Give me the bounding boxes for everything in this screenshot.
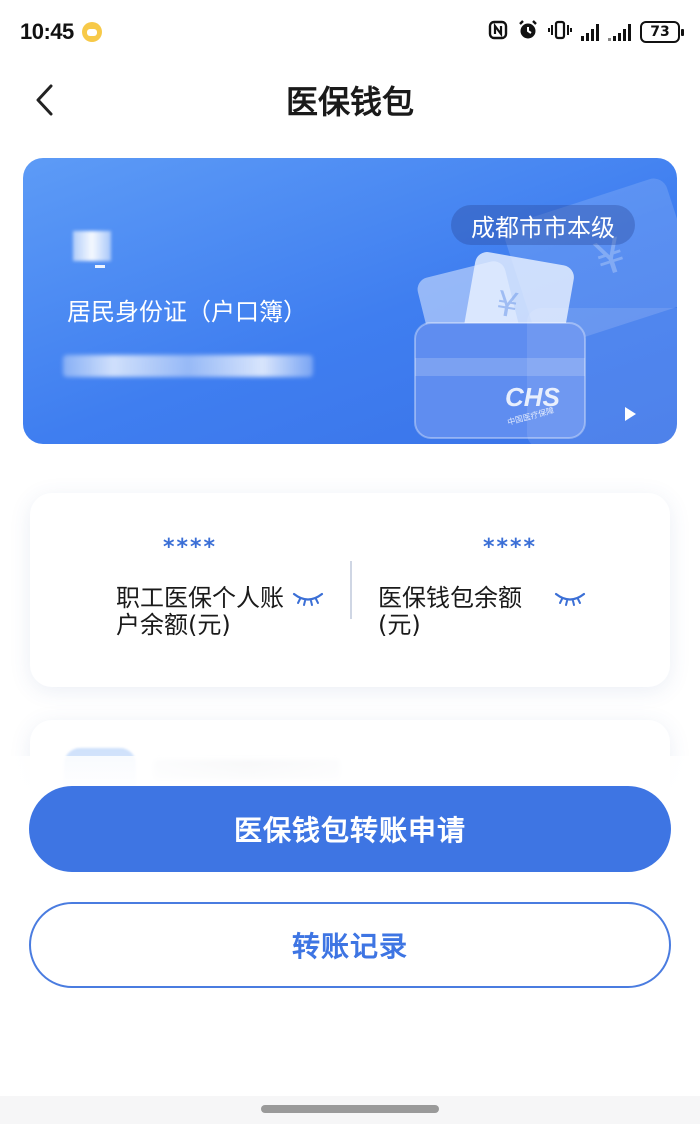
id-type: 居民身份证（户口簿） — [67, 298, 307, 326]
play-icon[interactable] — [623, 406, 637, 422]
balance-value: **** — [482, 535, 538, 560]
chevron-left-icon — [36, 84, 53, 116]
transfer-apply-button[interactable]: 医保钱包转账申请 — [29, 786, 671, 872]
navigation-bar: 医保钱包 — [0, 64, 700, 136]
region-badge: 成都市市本级 — [451, 205, 635, 245]
home-indicator[interactable] — [261, 1105, 439, 1113]
eye-closed-icon[interactable] — [292, 591, 324, 607]
insurance-card[interactable]: ¥ ¥ CHS 中国医疗保障 成都市市本级 居民身份证（户口簿） — [23, 158, 677, 444]
nfc-icon — [488, 20, 508, 45]
notification-icon — [81, 22, 102, 42]
vibrate-icon — [548, 20, 572, 45]
personal-account-balance: **** 职工医保个人账户余额(元) — [30, 493, 350, 687]
balance-value: **** — [162, 535, 218, 560]
balance-label: 职工医保个人账户余额(元) — [116, 584, 284, 639]
status-time: 10:45 — [20, 19, 74, 44]
status-left: 10:45 — [20, 19, 102, 45]
avatar — [73, 231, 111, 261]
status-right: 73 — [488, 19, 684, 46]
transfer-records-button[interactable]: 转账记录 — [29, 902, 671, 988]
id-number-masked — [63, 355, 313, 377]
signal-icon — [581, 23, 599, 41]
battery-icon: 73 — [640, 21, 684, 43]
avatar-underline — [95, 265, 105, 268]
balance-panel: **** 职工医保个人账户余额(元) **** 医保钱包余额(元) — [30, 493, 670, 687]
back-button[interactable] — [26, 82, 62, 118]
signal-icon — [608, 23, 631, 41]
wallet-balance: **** 医保钱包余额(元) — [350, 493, 670, 687]
alarm-icon — [517, 19, 539, 46]
status-bar: 10:45 73 — [0, 0, 700, 64]
page-title: 医保钱包 — [285, 83, 414, 121]
eye-closed-icon[interactable] — [554, 591, 586, 607]
balance-label: 医保钱包余额(元) — [378, 584, 522, 639]
wallet-illustration: ¥ ¥ CHS 中国医疗保障 — [414, 178, 677, 444]
